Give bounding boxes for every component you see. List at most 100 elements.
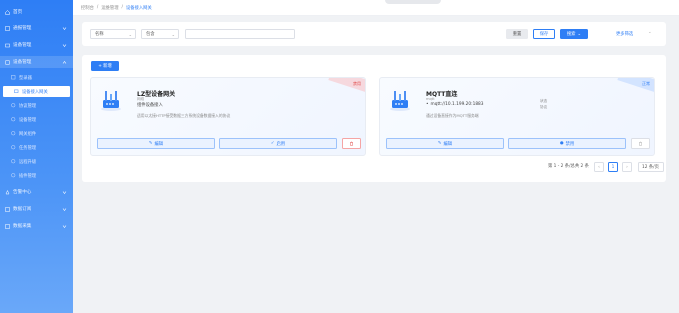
edit-button[interactable]: ✎ 编辑 (97, 138, 215, 149)
device-icon (4, 42, 10, 48)
sidebar-sub-item[interactable]: 型录器 (0, 72, 73, 83)
chevron-down-icon: ⌄ (171, 32, 175, 37)
gateway-address: • mqtt://10.1.199.20:1883 (426, 102, 484, 107)
sidebar-item-device[interactable]: 设备管理 (0, 39, 73, 51)
field-select-value: 名称 (95, 32, 104, 37)
edit-button-label: 编辑 (443, 141, 453, 147)
page-number[interactable]: 1 (608, 162, 618, 172)
pagination-summary: 第 1 - 2 条/总共 2 条 (548, 164, 589, 169)
gateway-card[interactable]: 正常 MQTT直连 mqtt • mqtt://10.1.199.20:1883… (379, 77, 655, 156)
check-circle-icon: ✓ (270, 141, 275, 146)
breadcrumb-sep: / (96, 5, 99, 10)
breadcrumb-item[interactable]: 运维管理 (101, 5, 118, 11)
sidebar-sub-label: 型录器 (19, 75, 32, 81)
home-icon (4, 9, 10, 15)
sidebar-sub-label: 远程升级 (19, 159, 37, 165)
sidebar-sub-label: 网关组件 (19, 131, 37, 137)
subscribe-icon (4, 206, 10, 212)
page-size-value: 12 条/页 (642, 165, 659, 170)
breadcrumb: 控制台 / 运维管理 / 设备接入网关 (81, 5, 152, 11)
gateway-kv: 协议 (540, 105, 548, 109)
gateway-kv: 状态 (540, 99, 548, 103)
router-icon (390, 91, 410, 111)
sidebar-item-label: 通报管理 (13, 26, 32, 31)
sidebar-item-label: 设备管理 (13, 43, 32, 48)
sidebar-item-home[interactable]: 首页 (0, 6, 73, 18)
sidebar-item-alarm[interactable]: 告警中心 (0, 186, 73, 198)
edit-icon: ✎ (148, 141, 153, 146)
disable-button-label: 禁用 (565, 141, 575, 147)
collect-icon (4, 223, 10, 229)
more-filter-link[interactable]: 更多筛选 (616, 31, 633, 37)
trash-icon (639, 141, 642, 146)
topbar: 控制台 / 运维管理 / 设备接入网关 (73, 0, 679, 16)
report-icon (4, 25, 10, 31)
stop-circle-icon: ● (559, 141, 564, 146)
gateway-desc: 通过设备直接作为MQTT服务端 (426, 113, 479, 118)
sidebar-sub-item[interactable]: 协议管理 (0, 100, 73, 111)
enable-button-label: 启用 (276, 141, 286, 147)
edit-button[interactable]: ✎ 编辑 (386, 138, 504, 149)
gateway-desc: 适用以太接HTTP接受数据三方系统设备数据接入的协议 (137, 113, 231, 118)
edit-button-label: 编辑 (154, 141, 164, 147)
sidebar-sub-label: 设备接入网关 (22, 89, 48, 95)
sidebar-sub-item[interactable]: 插件管理 (0, 170, 73, 181)
gateway-sub: mqtt (426, 97, 435, 101)
add-button[interactable]: + 新增 (91, 61, 119, 71)
sidebar-item-subscribe[interactable]: 数据订阅 (0, 203, 73, 215)
search-button[interactable]: 搜索 ⌄ (560, 29, 588, 39)
chevron-up-icon (61, 59, 67, 65)
status-badge: 禁用 (353, 81, 361, 86)
reset-button[interactable]: 重置 (506, 29, 528, 39)
sidebar-item-label: 数据采集 (13, 224, 32, 229)
gateway-type: 组件设备接入 (137, 103, 163, 108)
edit-icon: ✎ (437, 141, 442, 146)
chevron-down-icon: ⌄ (577, 31, 582, 37)
sidebar-item-label: 首页 (13, 10, 23, 15)
delete-button[interactable] (631, 138, 650, 149)
sidebar-sub-item-gateway[interactable]: 设备接入网关 (3, 86, 70, 97)
sidebar-sub-item[interactable]: 任务管理 (0, 142, 73, 153)
chevron-down-icon (61, 206, 67, 212)
sidebar-item-label: 告警中心 (13, 190, 32, 195)
disable-button[interactable]: ● 禁用 (508, 138, 626, 149)
sidebar: 首页 通报管理 设备管理 设备管理 型录器 设备接入网关 协议管理 设备管理 网… (0, 0, 73, 313)
task-icon (11, 145, 16, 150)
sidebar-sub-label: 任务管理 (19, 145, 37, 151)
chevron-down-icon (61, 42, 67, 48)
sidebar-sub-item[interactable]: 远程升级 (0, 156, 73, 167)
breadcrumb-sep: / (121, 5, 123, 10)
filter-bar: 名称 ⌄ 包含 ⌄ 重置 保存 搜索 ⌄ 更多筛选 ⌄ (82, 22, 666, 46)
delete-button[interactable] (342, 138, 361, 149)
trash-icon (350, 141, 353, 146)
chevron-down-icon (61, 189, 67, 195)
save-button[interactable]: 保存 (533, 29, 555, 39)
component-icon (11, 131, 16, 136)
page-size-select[interactable]: 12 条/页 (638, 162, 664, 172)
sidebar-sub-item[interactable]: 网关组件 (0, 128, 73, 139)
router-icon (101, 91, 121, 111)
gateway-card[interactable]: 禁用 LZ型设备网关 网络 组件设备接入 适用以太接HTTP接受数据三方系统设备… (90, 77, 366, 156)
link-icon: • (426, 102, 429, 107)
upgrade-icon (11, 159, 16, 164)
sidebar-item-device-manage[interactable]: 设备管理 (0, 56, 73, 68)
sidebar-item-label: 设备管理 (13, 60, 32, 65)
sidebar-item-report[interactable]: 通报管理 (0, 22, 73, 34)
next-page-button[interactable]: › (622, 162, 632, 172)
top-tab-handle[interactable] (385, 0, 441, 4)
search-input[interactable] (185, 29, 295, 39)
breadcrumb-item[interactable]: 控制台 (81, 5, 94, 11)
sidebar-item-collect[interactable]: 数据采集 (0, 220, 73, 232)
chevron-down-icon (61, 25, 67, 31)
plugin-icon (11, 173, 16, 178)
collapse-icon[interactable]: ⌄ (648, 30, 652, 35)
gateway-address-text: mqtt://10.1.199.20:1883 (430, 102, 484, 107)
device-manage-icon (4, 59, 10, 65)
grid-icon (11, 75, 16, 80)
prev-page-button[interactable]: ‹ (594, 162, 604, 172)
sidebar-sub-item[interactable]: 设备管理 (0, 114, 73, 125)
enable-button[interactable]: ✓ 启用 (219, 138, 337, 149)
operator-select[interactable]: 包含 ⌄ (141, 29, 179, 39)
field-select[interactable]: 名称 ⌄ (90, 29, 136, 39)
sidebar-sub-label: 设备管理 (19, 117, 37, 123)
